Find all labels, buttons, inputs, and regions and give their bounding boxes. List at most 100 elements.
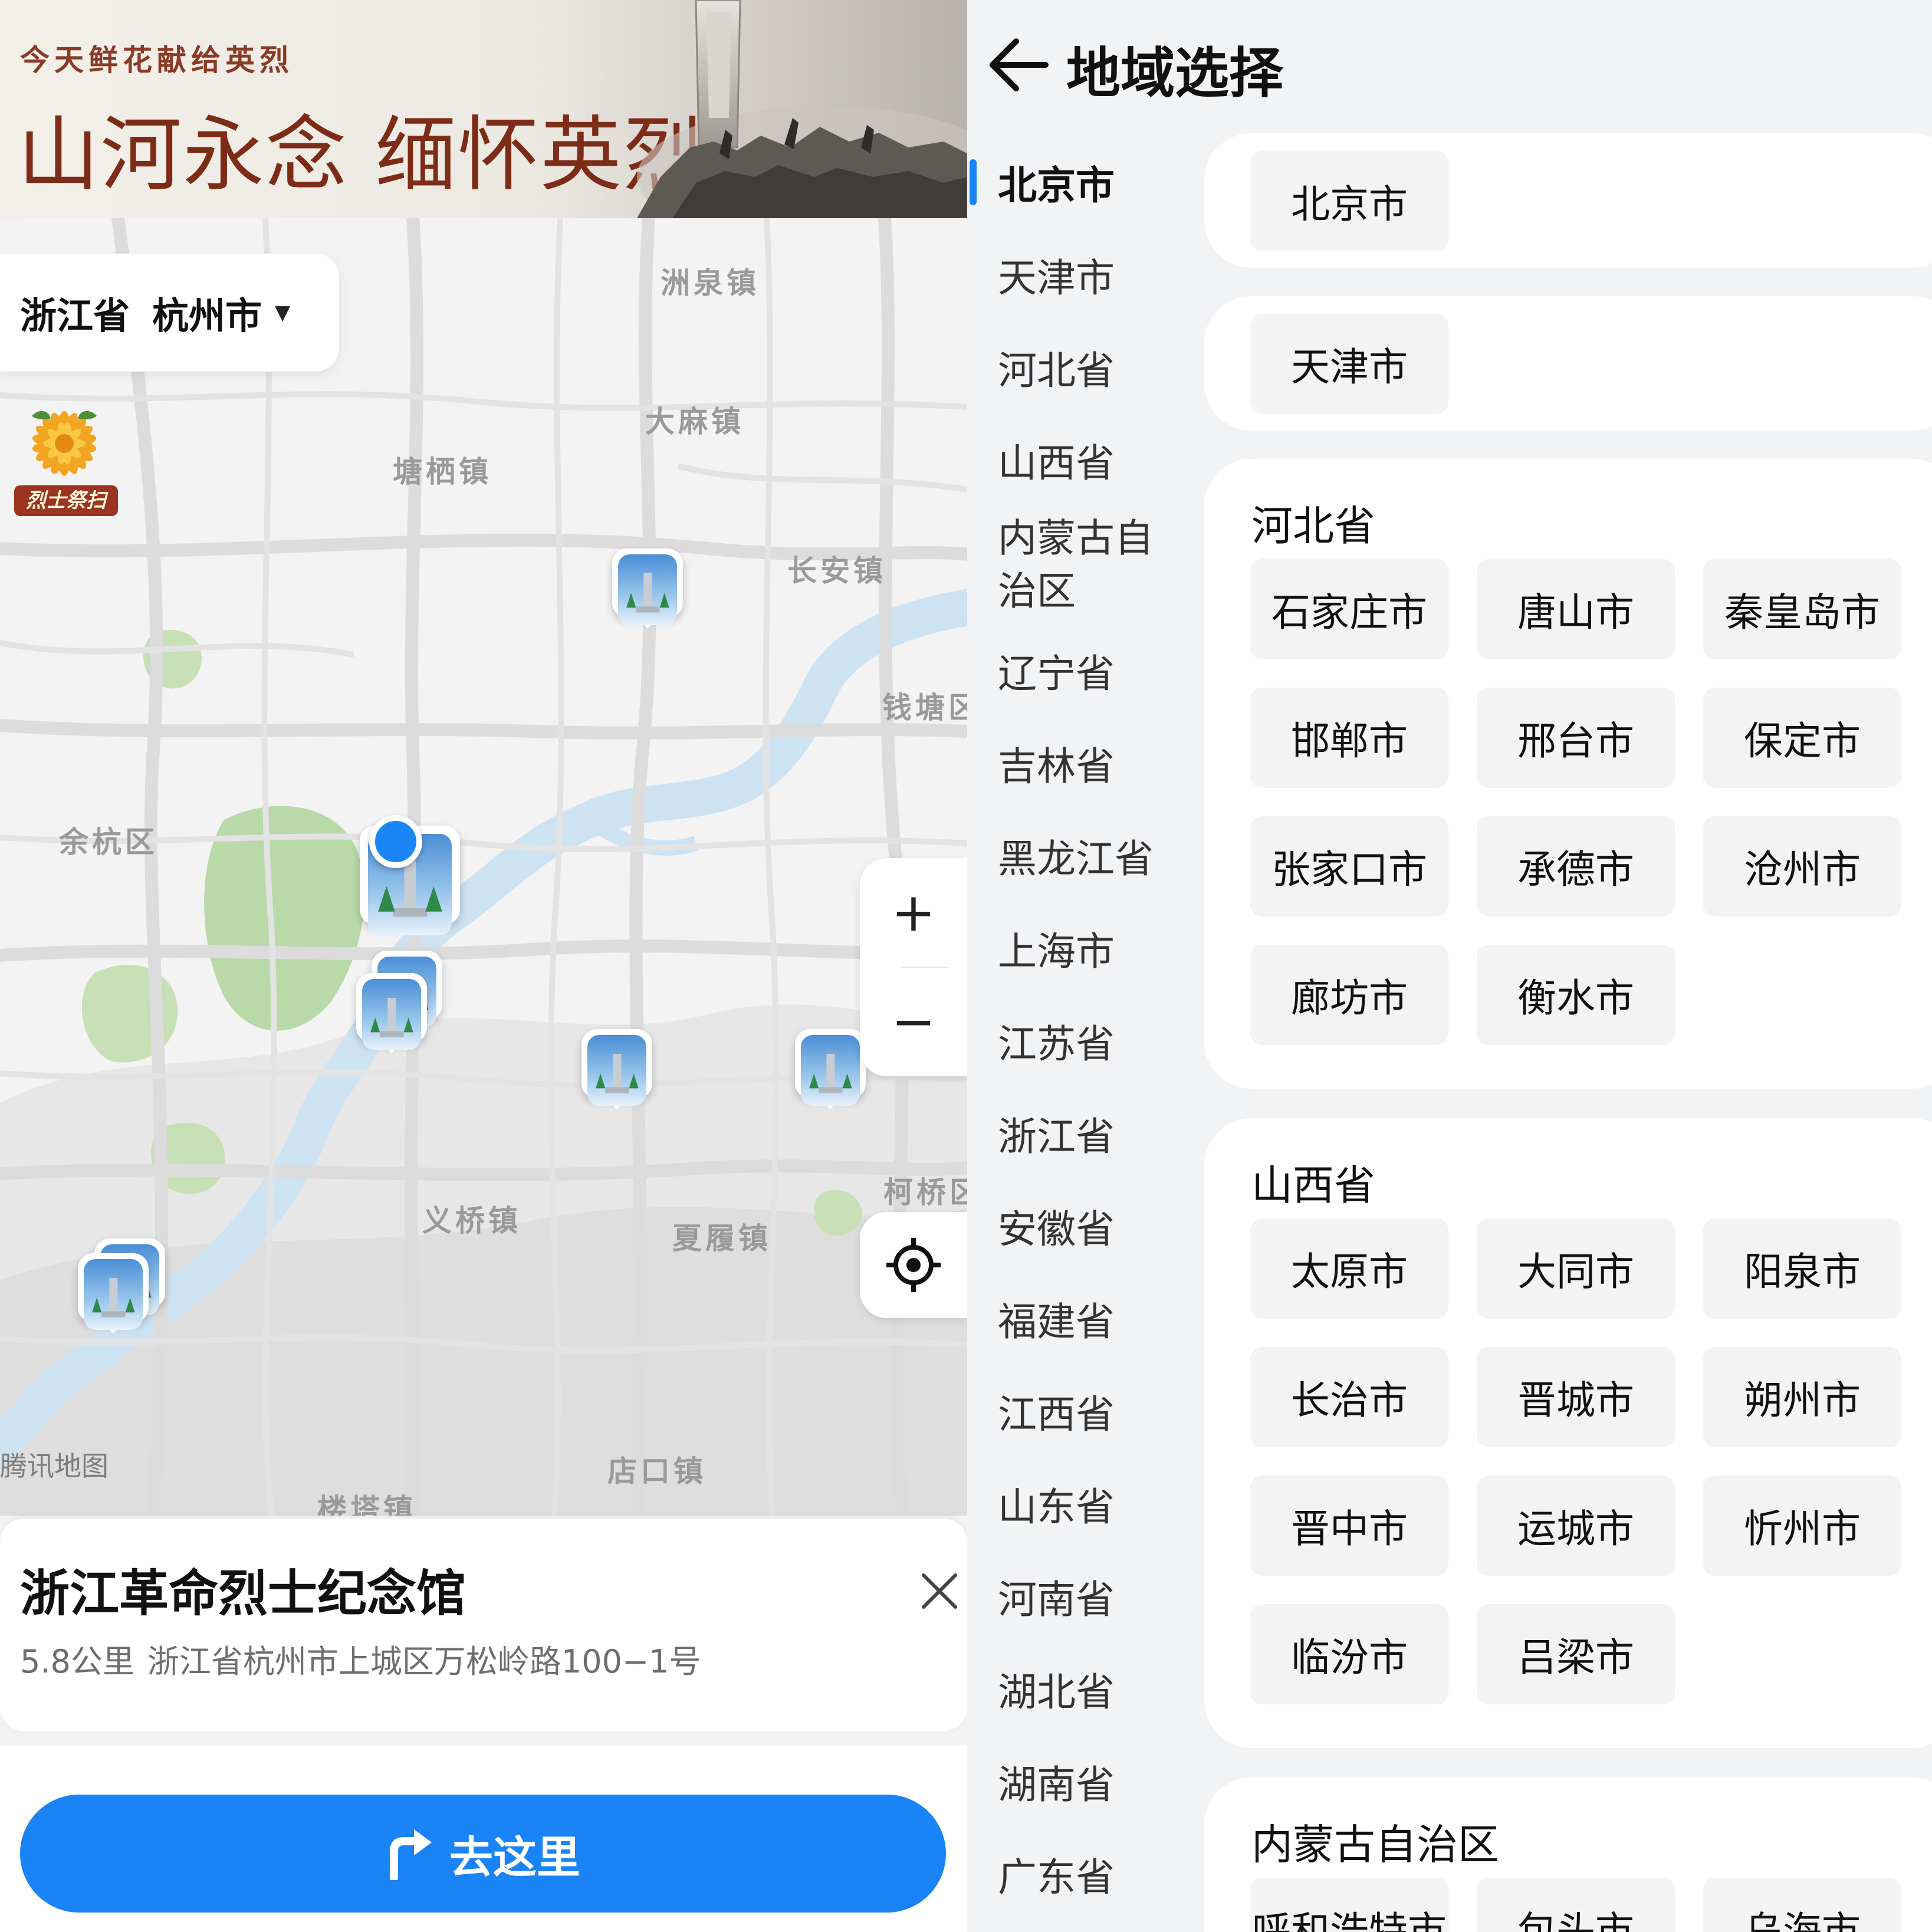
city-chip[interactable]: 石家庄市 (1250, 559, 1448, 659)
place-label: 长安镇 (787, 554, 886, 588)
monument-icon (617, 554, 678, 626)
page-title: 地域选择 (1066, 42, 1284, 105)
place-label: 柯桥区 (883, 1175, 967, 1210)
turn-right-icon (390, 1829, 432, 1880)
back-arrow-icon (990, 38, 1049, 91)
province-item[interactable]: 福建省 (967, 1272, 1185, 1365)
zoom-out-button[interactable]: − (860, 967, 967, 1076)
city-chip[interactable]: 阳泉市 (1703, 1218, 1901, 1319)
province-item[interactable]: 河南省 (967, 1550, 1185, 1642)
province-item-beijing[interactable]: 北京市 (967, 136, 1185, 228)
province-item[interactable]: 山西省 (967, 413, 1185, 506)
monument-icon (362, 978, 422, 1050)
city-chip[interactable]: 北京市 (1250, 151, 1448, 251)
city-chip[interactable]: 晋中市 (1250, 1476, 1448, 1576)
martyr-tribute-label: 烈士祭扫 (14, 485, 118, 516)
close-icon (922, 1573, 957, 1609)
province-item[interactable]: 湖南省 (967, 1735, 1185, 1828)
chrysanthemum-icon (32, 410, 97, 476)
province-label: 吉林省 (998, 743, 1115, 789)
zoom-in-button[interactable]: + (860, 858, 967, 967)
province-item[interactable]: 吉林省 (967, 717, 1185, 809)
place-label: 塘栖镇 (393, 455, 492, 489)
place-label: 义桥镇 (422, 1204, 521, 1238)
memorial-marker[interactable] (795, 1029, 866, 1112)
city-chip[interactable]: 天津市 (1250, 314, 1448, 414)
city-chip[interactable]: 长治市 (1250, 1347, 1448, 1447)
city-chip[interactable]: 晋城市 (1477, 1347, 1675, 1447)
city-chip[interactable]: 临汾市 (1250, 1604, 1448, 1704)
city-chip[interactable]: 承德市 (1477, 816, 1675, 916)
monument-icon (800, 1034, 860, 1106)
current-location-dot (369, 815, 422, 868)
poi-address: 浙江省杭州市上城区万松岭路100−1号 (147, 1643, 701, 1680)
city-chip[interactable]: 运城市 (1477, 1476, 1675, 1576)
province-item[interactable]: 上海市 (967, 902, 1185, 994)
city-chip[interactable]: 大同市 (1477, 1218, 1675, 1319)
city-chip[interactable]: 秦皇岛市 (1703, 559, 1901, 659)
active-indicator (970, 159, 977, 205)
province-item[interactable]: 浙江省 (967, 1087, 1185, 1179)
back-button[interactable] (978, 27, 1060, 103)
place-label: 店口镇 (607, 1454, 707, 1489)
city-group-inner-mongolia: 内蒙古自治区 呼和浩特市 包头市 乌海市 (1204, 1777, 1932, 1932)
city-chip[interactable]: 张家口市 (1250, 816, 1448, 916)
group-title: 内蒙古自治区 (1251, 1821, 1499, 1869)
city-chip[interactable]: 吕梁市 (1477, 1604, 1675, 1704)
locate-me-button[interactable] (860, 1212, 967, 1318)
map-attribution: 腾讯地图 (0, 1450, 109, 1482)
province-item[interactable]: 内蒙古自治区 (967, 506, 1185, 624)
province-label: 辽宁省 (998, 650, 1115, 696)
city-group-hebei: 河北省 石家庄市 唐山市 秦皇岛市 邯郸市 邢台市 保定市 张家口市 承德市 沧… (1204, 459, 1932, 1089)
monument-illustration (637, 0, 967, 218)
martyr-tribute-badge[interactable]: 烈士祭扫 (8, 401, 120, 516)
memorial-marker[interactable] (581, 1029, 652, 1112)
province-label: 北京市 (998, 162, 1115, 208)
province-item[interactable]: 江西省 (967, 1365, 1185, 1457)
province-label: 天津市 (998, 255, 1115, 301)
province-label: 福建省 (998, 1299, 1115, 1345)
banner-title: 山河永念 缅怀英烈 (18, 107, 705, 202)
province-list: 北京市 天津市 河北省 山西省 内蒙古自治区 辽宁省 吉林省 黑龙江省 上海市 … (967, 136, 1185, 1920)
province-item[interactable]: 辽宁省 (967, 624, 1185, 717)
memorial-banner[interactable]: 今天鲜花献给英烈 山河永念 缅怀英烈 (0, 0, 967, 218)
province-label: 河北省 (998, 347, 1115, 393)
city-chip[interactable]: 邯郸市 (1250, 688, 1448, 788)
city-chip[interactable]: 包头市 (1477, 1878, 1675, 1932)
province-item[interactable]: 黑龙江省 (967, 809, 1185, 902)
province-item[interactable]: 河北省 (967, 321, 1185, 413)
city-chip[interactable]: 保定市 (1703, 688, 1901, 788)
city-chip[interactable]: 唐山市 (1477, 559, 1675, 659)
city-chip[interactable]: 廊坊市 (1250, 945, 1448, 1045)
province-item[interactable]: 湖北省 (967, 1642, 1185, 1735)
city-chip[interactable]: 邢台市 (1477, 688, 1675, 788)
memorial-marker[interactable] (612, 548, 683, 631)
map-screen: 今天鲜花献给英烈 山河永念 缅怀英烈 洲泉镇 大麻镇 塘栖镇 长安镇 钱塘区 余… (0, 0, 967, 1932)
poi-info-card[interactable]: 浙江革命烈士纪念馆 5.8公里 浙江省杭州市上城区万松岭路100−1号 (0, 1519, 967, 1731)
city-chip[interactable]: 呼和浩特市 (1250, 1878, 1448, 1932)
city-chip[interactable]: 朔州市 (1703, 1347, 1901, 1447)
region-select-screen: 地域选择 北京市 天津市 河北省 山西省 内蒙古自治区 辽宁省 吉林省 黑龙江省… (967, 0, 1932, 1932)
city-chip[interactable]: 衡水市 (1477, 945, 1675, 1045)
province-label: 湖南省 (998, 1762, 1115, 1808)
province-item[interactable]: 广东省 (967, 1828, 1185, 1920)
province-item[interactable]: 山东省 (967, 1457, 1185, 1550)
province-label: 安徽省 (998, 1206, 1115, 1252)
memorial-marker[interactable] (78, 1253, 149, 1336)
close-card-button[interactable] (911, 1563, 967, 1619)
caret-down-icon: ▼ (275, 301, 291, 324)
city-chip[interactable]: 沧州市 (1703, 816, 1901, 916)
city-chip[interactable]: 太原市 (1250, 1218, 1448, 1319)
city-group-beijing: 北京市 (1204, 133, 1932, 268)
province-label: 广东省 (998, 1854, 1115, 1900)
province-item[interactable]: 安徽省 (967, 1179, 1185, 1272)
memorial-marker[interactable] (356, 973, 427, 1056)
region-selector[interactable]: 浙江省 杭州市 ▼ (0, 254, 339, 372)
province-item[interactable]: 江苏省 (967, 994, 1185, 1087)
place-label: 钱塘区 (882, 691, 967, 725)
city-chip[interactable]: 乌海市 (1703, 1878, 1901, 1932)
city-chip[interactable]: 忻州市 (1703, 1476, 1901, 1576)
province-item[interactable]: 天津市 (967, 228, 1185, 321)
navigate-button[interactable]: 去这里 (20, 1795, 946, 1913)
province-label: 江西省 (998, 1391, 1115, 1437)
